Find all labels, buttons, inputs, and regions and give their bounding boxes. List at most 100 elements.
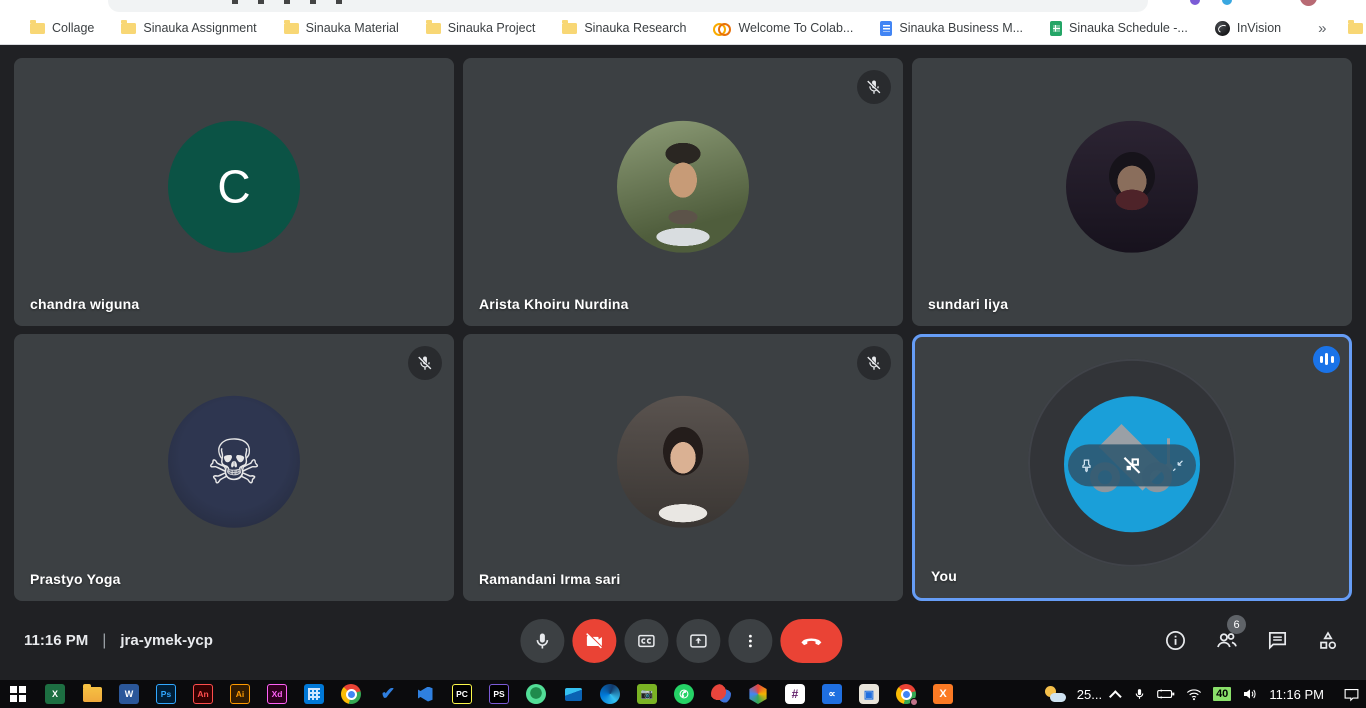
bookmark-sinauka-business[interactable]: Sinauka Business M... (880, 21, 1023, 36)
captions-icon (636, 631, 656, 651)
vscode-icon[interactable] (415, 684, 435, 704)
mic-off-icon (416, 354, 434, 372)
captions-button[interactable] (624, 619, 668, 663)
whatsapp-icon[interactable]: ✆ (674, 684, 694, 704)
chrome-active-icon[interactable] (896, 684, 916, 704)
participant-tile-self[interactable]: You (912, 334, 1352, 602)
adobe-xd-icon[interactable]: Xd (267, 684, 287, 704)
percent-badge[interactable]: 40 (1213, 687, 1231, 701)
chat-icon (1266, 629, 1289, 652)
mic-icon (532, 631, 552, 651)
xampp-icon[interactable]: X (933, 684, 953, 704)
draw-app-icon[interactable] (711, 684, 731, 704)
pin-off-icon[interactable] (1119, 453, 1145, 479)
bookmark-sinauka-research[interactable]: Sinauka Research (562, 21, 686, 35)
bookmark-invision[interactable]: InVision (1215, 21, 1281, 36)
participant-avatar-photo: ☠ (168, 396, 300, 528)
battery-icon[interactable] (1157, 687, 1175, 701)
tile-hover-actions (1068, 445, 1196, 487)
chat-button[interactable] (1266, 629, 1289, 652)
meeting-code[interactable]: jra-ymek-ycp (120, 632, 213, 649)
phpstorm-icon[interactable]: PS (489, 684, 509, 704)
mic-off-icon (865, 78, 883, 96)
bookmarks-overflow-chevron-icon[interactable]: » (1318, 20, 1326, 37)
check-app-icon[interactable]: ✔ (378, 684, 398, 704)
participant-grid: C chandra wiguna Arista Khoiru Nurdina s… (14, 58, 1352, 601)
bookmark-sinauka-assignment[interactable]: Sinauka Assignment (121, 21, 256, 35)
photoshop-icon[interactable]: Ps (156, 684, 176, 704)
weather-temperature[interactable]: 25... (1077, 687, 1102, 702)
bookmark-sinauka-schedule[interactable]: Sinauka Schedule -... (1050, 21, 1188, 36)
bookmark-label: Welcome To Colab... (738, 21, 853, 35)
videocam-off-icon (584, 631, 604, 651)
participant-tile-prastyo[interactable]: ☠ Prastyo Yoga (14, 334, 454, 602)
android-studio-icon[interactable] (526, 684, 546, 704)
activities-icon (1316, 629, 1340, 653)
pycharm-icon[interactable]: PC (452, 684, 472, 704)
bookmark-sinauka-project[interactable]: Sinauka Project (426, 21, 536, 35)
mail-icon[interactable] (563, 684, 583, 704)
camera-app-icon[interactable]: ▣ (859, 684, 879, 704)
participant-count-badge: 6 (1227, 615, 1246, 634)
bookmark-label: InVision (1237, 21, 1281, 35)
avatar-initial-letter: C (217, 159, 250, 213)
chrome-icon[interactable] (341, 684, 361, 704)
wifi-icon[interactable] (1186, 688, 1202, 701)
slack-icon[interactable]: # (785, 684, 805, 704)
participant-name: chandra wiguna (30, 296, 139, 312)
file-explorer-icon[interactable] (82, 684, 102, 704)
extension-icon[interactable] (1190, 0, 1200, 5)
bookmark-label: Sinauka Research (584, 21, 686, 35)
tray-expand-chevron-icon[interactable] (1109, 690, 1122, 703)
camera-off-button[interactable] (572, 619, 616, 663)
participant-tile-arista[interactable]: Arista Khoiru Nurdina (463, 58, 903, 326)
bookmark-label: Sinauka Schedule -... (1069, 21, 1188, 35)
participant-tile-chandra[interactable]: C chandra wiguna (14, 58, 454, 326)
volume-icon[interactable] (1242, 687, 1258, 701)
minimize-tile-icon[interactable] (1169, 457, 1186, 474)
animate-icon[interactable]: An (193, 684, 213, 704)
profile-avatar-fragment[interactable] (1300, 0, 1317, 6)
start-button[interactable] (8, 684, 28, 704)
participants-button[interactable]: 6 (1214, 628, 1239, 653)
bookmark-label: Collage (52, 21, 94, 35)
hub-app-icon[interactable] (748, 684, 768, 704)
folder-icon (284, 23, 299, 34)
weather-icon[interactable] (1044, 685, 1066, 703)
edge-icon[interactable] (600, 684, 620, 704)
screen-recorder-icon[interactable]: 📷 (637, 684, 657, 704)
taskbar-clock[interactable]: 11:16 PM (1269, 687, 1324, 702)
bookmark-collage[interactable]: Collage (30, 21, 94, 35)
participant-tile-ramandani[interactable]: Ramandani Irma sari (463, 334, 903, 602)
bookmark-label: Sinauka Assignment (143, 21, 256, 35)
bookmark-welcome-to-colab[interactable]: Welcome To Colab... (713, 21, 853, 35)
meeting-info: 11:16 PM | jra-ymek-ycp (24, 601, 213, 680)
word-icon[interactable]: W (119, 684, 139, 704)
participant-name: sundari liya (928, 296, 1008, 312)
participant-tile-sundari[interactable]: sundari liya (912, 58, 1352, 326)
calendar-app-icon[interactable] (304, 684, 324, 704)
other-bookmarks-button[interactable]: Other bookmarks (1348, 21, 1366, 35)
activities-button[interactable] (1316, 629, 1340, 653)
action-center-icon[interactable] (1343, 687, 1360, 702)
more-options-button[interactable] (728, 619, 772, 663)
meet-stage: C chandra wiguna Arista Khoiru Nurdina s… (0, 46, 1366, 680)
pin-icon[interactable] (1078, 457, 1095, 474)
audio-activity-indicator (1313, 346, 1340, 373)
illustrator-icon[interactable]: Ai (230, 684, 250, 704)
divider: | (102, 632, 106, 650)
mic-off-icon (865, 354, 883, 372)
participant-avatar-photo (617, 120, 749, 252)
excel-icon[interactable]: X (45, 684, 65, 704)
leave-call-button[interactable] (780, 619, 842, 663)
extension-icon[interactable] (1222, 0, 1232, 5)
bookmark-sinauka-material[interactable]: Sinauka Material (284, 21, 399, 35)
call-controls (520, 619, 842, 663)
tray-mic-icon[interactable] (1133, 686, 1146, 702)
oc-app-icon[interactable]: ∝ (822, 684, 842, 704)
mic-button[interactable] (520, 619, 564, 663)
present-button[interactable] (676, 619, 720, 663)
participant-avatar-photo (1066, 120, 1198, 252)
meeting-details-button[interactable] (1164, 629, 1187, 652)
windows-taskbar: X W Ps An Ai Xd ✔ PC PS 📷 ✆ # ∝ ▣ X 25..… (0, 680, 1366, 708)
